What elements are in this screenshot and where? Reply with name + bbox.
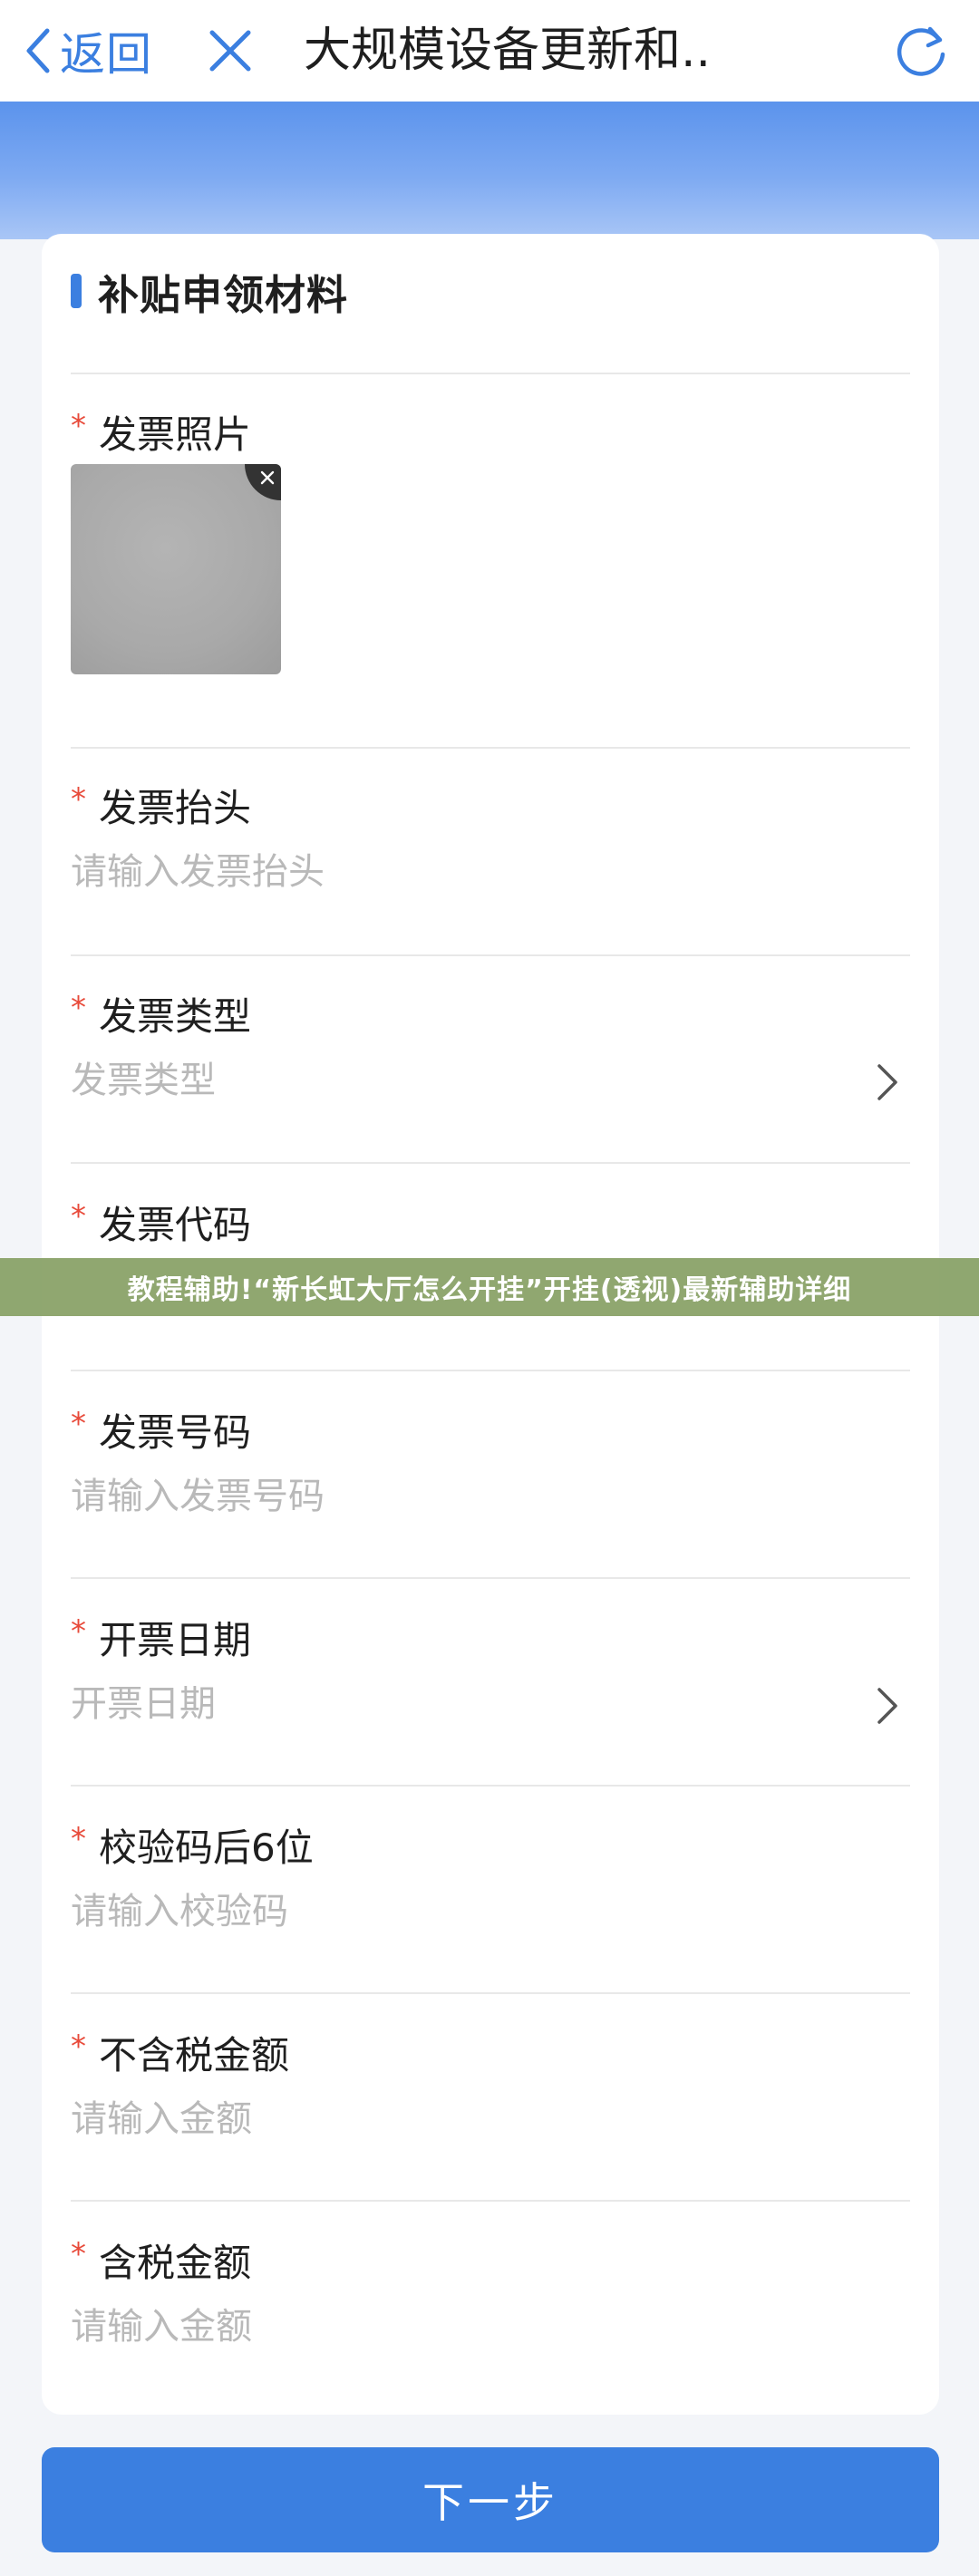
invoice-type-label: 发票类型: [99, 993, 252, 1039]
amount-excl-tax-input[interactable]: [71, 2090, 850, 2148]
next-step-button[interactable]: 下一步: [42, 2447, 939, 2552]
divider: [71, 954, 910, 956]
field-label: * 校验码后6位: [71, 1817, 314, 1872]
divider: [71, 1162, 910, 1164]
chevron-left-icon: [26, 28, 50, 73]
check-code-label: 校验码后6位: [99, 1825, 314, 1870]
required-mark: *: [71, 1406, 86, 1442]
required-mark: *: [71, 1613, 86, 1650]
section-accent-bar: [71, 274, 82, 308]
section-header: 补贴申领材料: [71, 261, 348, 321]
required-mark: *: [71, 2236, 86, 2272]
close-button[interactable]: [201, 22, 259, 80]
divider: [71, 1785, 910, 1787]
field-amount-incl-tax: * 含税金额: [71, 2232, 910, 2414]
close-icon: [209, 30, 251, 72]
field-invoice-header: * 发票抬头: [71, 778, 910, 959]
chevron-right-icon: [877, 1688, 897, 1724]
divider: [71, 1370, 910, 1371]
divider: [71, 1577, 910, 1579]
required-mark: *: [71, 408, 86, 444]
field-check-code: * 校验码后6位: [71, 1817, 910, 1999]
invoice-photo-thumbnail[interactable]: [71, 464, 281, 674]
refresh-button[interactable]: [890, 20, 952, 82]
invoice-header-input[interactable]: [71, 843, 850, 901]
divider: [71, 747, 910, 749]
issue-date-select[interactable]: 开票日期: [71, 1675, 216, 1733]
overlay-text: 教程辅助!“新长虹大厅怎么开挂”开挂(透视)最新辅助详细: [127, 1274, 852, 1306]
invoice-photo-label: 发票照片: [99, 412, 252, 457]
refresh-icon: [897, 26, 945, 76]
delete-photo-button[interactable]: [245, 464, 281, 500]
back-label: 返回: [60, 28, 152, 81]
divider: [71, 1992, 910, 1994]
check-code-input[interactable]: [71, 1883, 850, 1941]
field-issue-date[interactable]: * 开票日期 开票日期: [71, 1610, 910, 1791]
header-banner: [0, 102, 979, 239]
invoice-header-label: 发票抬头: [99, 785, 252, 830]
required-mark: *: [71, 1821, 86, 1857]
section-title: 补贴申领材料: [98, 270, 349, 319]
invoice-number-input[interactable]: [71, 1467, 850, 1525]
invoice-code-label: 发票代码: [99, 1202, 252, 1247]
field-label: * 不含税金额: [71, 2025, 289, 2079]
field-label: * 发票抬头: [71, 778, 251, 832]
divider: [71, 2200, 910, 2202]
field-label: * 含税金额: [71, 2232, 251, 2287]
required-mark: *: [71, 2029, 86, 2065]
field-label: * 发票照片: [71, 404, 251, 459]
amount-incl-tax-label: 含税金额: [99, 2240, 252, 2285]
overlay-banner: 教程辅助!“新长虹大厅怎么开挂”开挂(透视)最新辅助详细: [0, 1258, 979, 1316]
required-mark: *: [71, 1198, 86, 1235]
invoice-type-select[interactable]: 发票类型: [71, 1051, 216, 1109]
top-nav-bar: 返回 大规模设备更新和..: [0, 0, 979, 102]
chevron-right-icon: [877, 1064, 897, 1100]
invoice-number-label: 发票号码: [99, 1409, 252, 1455]
field-invoice-number: * 发票号码: [71, 1402, 910, 1583]
field-label: * 发票号码: [71, 1402, 251, 1457]
back-button[interactable]: 返回: [20, 18, 152, 83]
close-icon: [260, 470, 275, 485]
form-card: 补贴申领材料 * 发票照片 * 发票抬头 * 发票类型 发票类型: [42, 234, 939, 2415]
field-invoice-type[interactable]: * 发票类型 发票类型: [71, 986, 910, 1167]
amount-incl-tax-input[interactable]: [71, 2298, 850, 2356]
amount-excl-tax-label: 不含税金额: [99, 2032, 290, 2077]
required-mark: *: [71, 990, 86, 1026]
field-label: * 发票代码: [71, 1195, 251, 1249]
issue-date-label: 开票日期: [99, 1617, 252, 1662]
field-label: * 发票类型: [71, 986, 251, 1041]
required-mark: *: [71, 781, 86, 818]
field-amount-excl-tax: * 不含税金额: [71, 2025, 910, 2206]
field-label: * 开票日期: [71, 1610, 251, 1664]
page-title: 大规模设备更新和..: [304, 24, 712, 78]
divider: [71, 373, 910, 374]
